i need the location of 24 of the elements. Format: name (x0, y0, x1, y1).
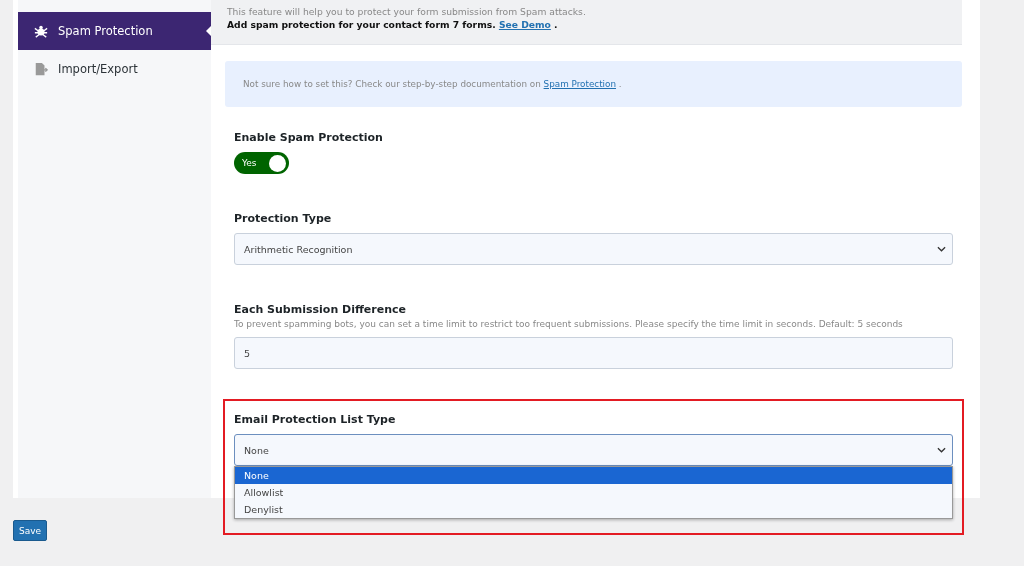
documentation-link[interactable]: Spam Protection (543, 79, 616, 89)
bug-icon (34, 24, 48, 38)
chevron-icon (937, 447, 946, 453)
demo-link[interactable]: See Demo (498, 19, 551, 30)
notice-text: Not sure how to set this? Check our step-by-step documentation on Spam Protection . (243, 79, 622, 89)
field-label: Each Submission Difference (234, 303, 408, 316)
chevron-icon (937, 246, 946, 252)
toggle-switch[interactable]: Yes (234, 152, 289, 174)
sidebar-item[interactable]: Spam Protection (18, 12, 211, 50)
select-field[interactable]: None (234, 434, 953, 466)
input-field[interactable]: 5 (234, 337, 953, 369)
field-label: Protection Type (234, 212, 333, 225)
field-label: Email Protection List Type (234, 413, 397, 426)
description-text: This feature will help you to protect your form submission from Spam attacks. (227, 5, 587, 18)
promo-text: Add spam protection for your contact form 7 forms. See Demo . (227, 18, 559, 31)
field-label: Enable Spam Protection (234, 131, 384, 144)
select-field[interactable]: Arithmetic Recognition (234, 233, 953, 265)
dropdown-option[interactable]: Denylist (235, 501, 952, 518)
dropdown-option[interactable]: None (235, 467, 952, 484)
dropdown-option[interactable]: Allowlist (235, 484, 952, 501)
file-icon (34, 62, 48, 76)
save-button[interactable]: Save (13, 520, 47, 541)
help-text: To prevent spamming bots, you can set a time limit to restrict too frequent submissions. Please specify the time limit in seconds. Default: 5 seconds (234, 319, 904, 329)
sidebar-item[interactable]: Import/Export (18, 50, 211, 88)
